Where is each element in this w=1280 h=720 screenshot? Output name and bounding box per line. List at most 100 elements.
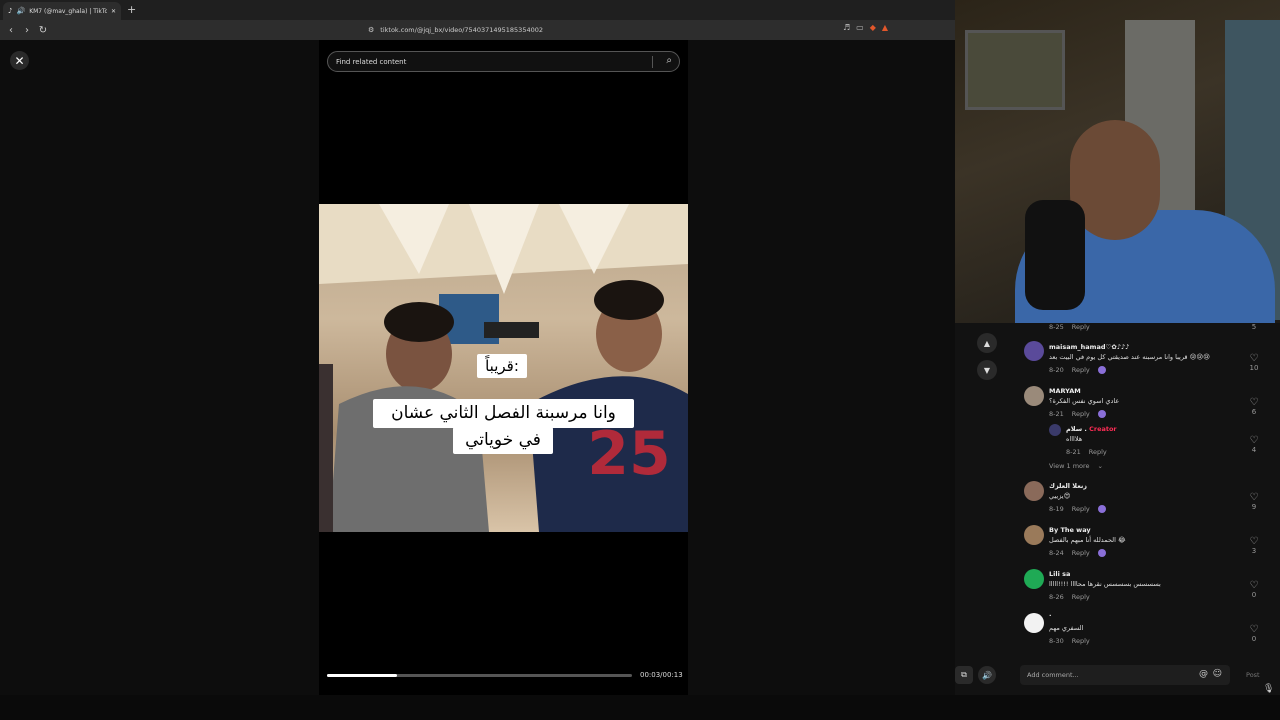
- comment-date: 8-26: [1049, 593, 1064, 601]
- toolbar-icons: ♬ ▭ ◆ ▲: [843, 23, 888, 32]
- comment-text: هلااااه: [1066, 435, 1083, 443]
- avatar[interactable]: [1024, 481, 1044, 501]
- browser-tab[interactable]: ♪ 🔊 KM7 (@mav_ghala) | TikTok ✕: [3, 2, 121, 20]
- search-icon[interactable]: ⌕: [666, 55, 672, 66]
- comment-meta: 8-21 Reply: [1049, 410, 1106, 418]
- cast-icon[interactable]: ▭: [856, 23, 864, 32]
- avatar[interactable]: [1049, 424, 1061, 436]
- site-info-icon[interactable]: ⚙: [368, 26, 374, 34]
- heart-icon[interactable]: ♡: [1247, 435, 1261, 446]
- microphone-icon[interactable]: 🎙: [1263, 684, 1274, 694]
- avatar[interactable]: [1024, 613, 1044, 633]
- comment-text: الحمدلله أنا مبهم بالفصل 😂: [1049, 536, 1126, 544]
- like-count: 3: [1251, 547, 1257, 555]
- comment-username[interactable]: By The way: [1049, 526, 1091, 534]
- comment-text: يزييي😍: [1049, 492, 1071, 500]
- comment-text: بسسسس بسسسس نقرها محاااا !!!!ااااا: [1049, 580, 1161, 588]
- heart-icon[interactable]: ♡: [1247, 536, 1261, 547]
- comment-date: 8-30: [1049, 637, 1064, 645]
- avatar[interactable]: [1024, 386, 1044, 406]
- avatar[interactable]: [1024, 525, 1044, 545]
- forward-icon[interactable]: ›: [19, 22, 35, 38]
- reply-link[interactable]: Reply: [1072, 323, 1090, 331]
- reply-link[interactable]: Reply: [1072, 637, 1090, 645]
- rewards-icon[interactable]: ▲: [882, 23, 888, 32]
- search-input[interactable]: Find related content ⌕: [327, 51, 680, 72]
- svg-text:25: 25: [587, 419, 671, 489]
- media-icon[interactable]: ♬: [843, 23, 850, 32]
- video-caption-1: قريباً:: [477, 354, 527, 378]
- video-progress-bar[interactable]: [327, 674, 632, 677]
- comment-username[interactable]: زنعلا العلزك: [1049, 482, 1087, 490]
- view-more-replies[interactable]: View 1 more ⌄: [1049, 462, 1103, 470]
- comment-date: 8-19: [1049, 505, 1064, 513]
- emoji-icon[interactable]: ☺: [1213, 669, 1222, 679]
- view-more-label[interactable]: View 1 more: [1049, 462, 1090, 470]
- avatar[interactable]: [1024, 341, 1044, 361]
- comment-username[interactable]: MARYAM: [1049, 387, 1081, 395]
- like-count: 5: [1251, 323, 1257, 331]
- like-button[interactable]: ♡ 10: [1247, 353, 1261, 372]
- comment-date: 8-20: [1049, 366, 1064, 374]
- comment-username[interactable]: سلام . Creator: [1066, 425, 1117, 433]
- video-caption-3: في خوياتي: [453, 427, 553, 454]
- reply-link[interactable]: Reply: [1089, 448, 1107, 456]
- heart-icon[interactable]: ♡: [1247, 397, 1261, 408]
- comment-meta: 8-30 Reply: [1049, 637, 1090, 645]
- like-count: 6: [1251, 408, 1257, 416]
- close-icon[interactable]: ✕: [10, 51, 29, 70]
- comment-meta: 8-26 Reply: [1049, 593, 1090, 601]
- audio-icon[interactable]: 🔊: [16, 7, 25, 15]
- add-comment-placeholder: Add comment...: [1027, 671, 1079, 679]
- chevron-down-icon[interactable]: ▼: [977, 360, 997, 380]
- like-button[interactable]: ♡ 9: [1247, 492, 1261, 511]
- new-tab-icon[interactable]: +: [127, 3, 136, 16]
- like-button[interactable]: ♡ 3: [1247, 536, 1261, 555]
- comment-meta: 8-25 Reply: [1049, 323, 1090, 331]
- creator-liked-icon: [1097, 410, 1106, 418]
- reply-link[interactable]: Reply: [1072, 366, 1090, 374]
- like-button[interactable]: ♡ 6: [1247, 397, 1261, 416]
- mention-icon[interactable]: @: [1199, 669, 1208, 679]
- reply-link[interactable]: Reply: [1072, 593, 1090, 601]
- window-shape: [965, 30, 1065, 110]
- comment-username[interactable]: Lili sa: [1049, 570, 1070, 578]
- creator-liked-icon: [1097, 366, 1106, 374]
- heart-icon[interactable]: ♡: [1247, 580, 1261, 591]
- comment-meta: 8-19 Reply: [1049, 505, 1106, 513]
- share-icon[interactable]: ⧉: [955, 666, 973, 684]
- comment-date: 8-21: [1066, 448, 1081, 456]
- reply-link[interactable]: Reply: [1072, 549, 1090, 557]
- reload-icon[interactable]: ↻: [35, 22, 51, 38]
- heart-icon[interactable]: ♡: [1247, 624, 1261, 635]
- reply-username: سلام .: [1066, 425, 1087, 433]
- comment-meta: 8-21 Reply: [1066, 448, 1107, 456]
- comment-username[interactable]: maisam_hamad♡✿♪♪♪: [1049, 343, 1129, 351]
- like-button[interactable]: ♡ 0: [1247, 624, 1261, 643]
- brave-shield-icon[interactable]: ◆: [870, 23, 876, 32]
- close-tab-icon[interactable]: ✕: [111, 8, 116, 15]
- comment-date: 8-25: [1049, 323, 1064, 331]
- reply-link[interactable]: Reply: [1072, 410, 1090, 418]
- back-icon[interactable]: ‹: [3, 22, 19, 38]
- volume-icon[interactable]: 🔊: [978, 666, 996, 684]
- like-button[interactable]: ♡ 0: [1247, 580, 1261, 599]
- avatar[interactable]: [1024, 569, 1044, 589]
- comment-text: عادي اسوي نفس الفكرة؟: [1049, 397, 1120, 405]
- reply-link[interactable]: Reply: [1072, 505, 1090, 513]
- post-button[interactable]: Post: [1246, 671, 1260, 679]
- search-placeholder: Find related content: [336, 57, 407, 66]
- add-comment-input[interactable]: Add comment... @ ☺: [1020, 665, 1230, 685]
- heart-icon[interactable]: ♡: [1247, 492, 1261, 503]
- url-text: tiktok.com/@jqj_bx/video/754037149518535…: [380, 25, 543, 34]
- video-time: 00:03/00:13: [640, 671, 683, 679]
- comment-username[interactable]: .: [1049, 610, 1051, 618]
- tab-bar: [0, 0, 955, 20]
- comment-date: 8-24: [1049, 549, 1064, 557]
- chevron-up-icon[interactable]: ▲: [977, 333, 997, 353]
- tiktok-favicon-icon: ♪: [8, 7, 13, 15]
- address-bar[interactable]: ⚙ tiktok.com/@jqj_bx/video/7540371495185…: [368, 22, 908, 37]
- heart-icon[interactable]: ♡: [1247, 353, 1261, 364]
- chevron-down-icon: ⌄: [1097, 462, 1103, 470]
- like-button[interactable]: ♡ 4: [1247, 435, 1261, 454]
